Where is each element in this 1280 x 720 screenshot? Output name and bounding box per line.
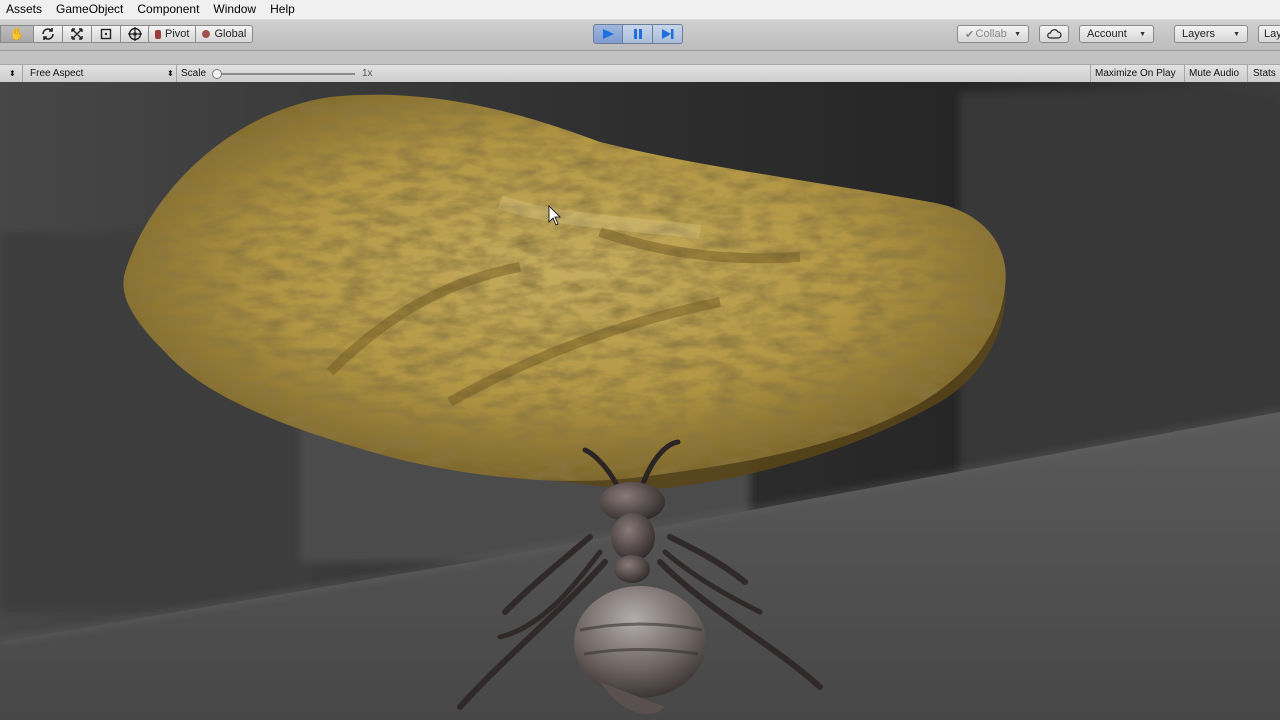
hand-tool-icon: ✋ — [9, 27, 25, 41]
collab-dropdown[interactable]: ✔ Collab ▼ — [957, 25, 1029, 43]
layout-label: Lay — [1264, 28, 1280, 40]
global-button[interactable]: Global — [196, 25, 254, 43]
pause-icon — [633, 29, 642, 39]
aspect-dropdown-icon[interactable]: ⬍ — [167, 65, 174, 82]
divider — [1247, 65, 1248, 82]
chevron-down-icon: ▼ — [1014, 30, 1021, 38]
scale-value: 1x — [362, 68, 373, 79]
divider — [22, 65, 23, 82]
layout-dropdown[interactable]: Lay — [1258, 25, 1280, 43]
cloud-button[interactable] — [1039, 25, 1069, 43]
transform-tool-icon — [128, 27, 142, 41]
chevron-down-icon: ▼ — [1233, 30, 1240, 38]
account-label: Account — [1087, 28, 1127, 40]
pivot-label: Pivot — [165, 28, 190, 40]
menu-help[interactable]: Help — [263, 0, 302, 19]
pivot-global-toggle: Pivot Global — [148, 25, 254, 43]
pivot-button[interactable]: Pivot — [148, 25, 197, 43]
menu-component[interactable]: Component — [130, 0, 206, 19]
display-select-icon[interactable]: ⬍ — [9, 65, 16, 82]
transform-tools: ✋ — [0, 25, 150, 43]
pivot-icon — [155, 29, 161, 39]
mute-audio-toggle[interactable]: Mute Audio — [1189, 65, 1239, 82]
toolbar-gap — [0, 51, 1280, 64]
game-view-toolbar: ⬍ Free Aspect ⬍ Scale 1x Maximize On Pla… — [0, 64, 1280, 83]
account-dropdown[interactable]: Account ▼ — [1079, 25, 1154, 43]
chevron-down-icon: ▼ — [1139, 30, 1146, 38]
rect-tool-icon — [100, 28, 112, 40]
transform-tool-button[interactable] — [121, 25, 150, 43]
menu-gameobject[interactable]: GameObject — [49, 0, 130, 19]
menu-window[interactable]: Window — [206, 0, 263, 19]
step-icon — [661, 29, 673, 39]
playback-controls — [593, 24, 683, 44]
rotate-tool-button[interactable] — [34, 25, 63, 43]
scale-tool-button[interactable] — [63, 25, 92, 43]
aspect-dropdown[interactable]: Free Aspect — [30, 65, 83, 82]
maximize-on-play-toggle[interactable]: Maximize On Play — [1095, 65, 1176, 82]
play-button[interactable] — [593, 24, 623, 44]
scale-label: Scale — [181, 68, 207, 79]
scale-slider-thumb[interactable] — [212, 69, 222, 79]
rect-tool-button[interactable] — [92, 25, 121, 43]
rotate-tool-icon — [42, 28, 54, 40]
hand-tool-button[interactable]: ✋ — [0, 25, 34, 43]
stats-toggle[interactable]: Stats — [1253, 65, 1276, 82]
game-scene — [0, 82, 1280, 720]
collab-label: Collab — [975, 28, 1007, 40]
game-viewport[interactable] — [0, 82, 1280, 720]
scale-tool-icon — [71, 28, 83, 40]
scale-slider-track[interactable] — [215, 73, 355, 75]
menu-assets[interactable]: Assets — [0, 0, 49, 19]
layers-label: Layers — [1182, 28, 1216, 40]
cloud-icon — [1047, 29, 1062, 39]
layers-dropdown[interactable]: Layers ▼ — [1174, 25, 1248, 43]
global-label: Global — [214, 28, 247, 40]
pause-button[interactable] — [623, 24, 653, 44]
check-icon: ✔ — [965, 28, 975, 41]
main-toolbar: ✋ Pivot Global ✔ Collab ▼ Account ▼ Laye… — [0, 20, 1280, 51]
divider — [1090, 65, 1091, 82]
divider — [1184, 65, 1185, 82]
step-button[interactable] — [653, 24, 683, 44]
menu-bar: Assets GameObject Component Window Help — [0, 0, 1280, 20]
globe-icon — [202, 30, 211, 38]
play-icon — [603, 29, 614, 39]
divider — [176, 65, 177, 82]
